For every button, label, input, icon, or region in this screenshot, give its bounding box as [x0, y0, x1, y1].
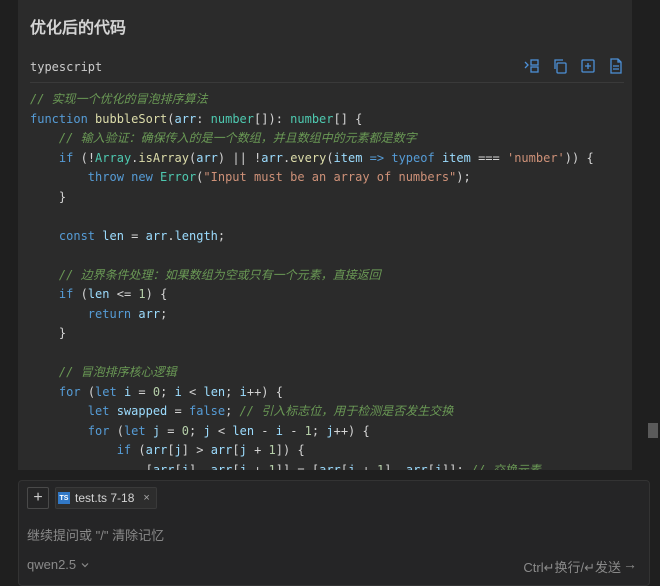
code-line: if (arr[j] > arr[j + 1]) {	[116, 443, 305, 457]
code-line: for (let i = 0; i < len; i++) {	[58, 384, 283, 399]
insert-code-icon[interactable]	[524, 58, 540, 74]
code-line: let swapped = false; // 引入标志位，用于检测是否发生交换	[87, 404, 454, 418]
close-icon[interactable]: ×	[143, 492, 149, 504]
code-line: // 输入验证：确保传入的是一个数组，并且数组中的元素都是数字	[58, 131, 417, 145]
scrollbar-thumb[interactable]	[648, 423, 658, 438]
chat-response-panel: 优化后的代码 typescript // 实现一个优化的冒泡排序算法 functi…	[18, 0, 632, 470]
add-context-button[interactable]: +	[27, 487, 49, 509]
code-line: // 冒泡排序核心逻辑	[58, 365, 177, 379]
code-block-header: typescript	[30, 58, 624, 83]
code-line: // 边界条件处理：如果数组为空或只有一个元素，直接返回	[58, 267, 381, 282]
new-file-icon[interactable]	[580, 58, 596, 74]
code-line: }	[30, 189, 67, 204]
code-actions	[524, 58, 624, 74]
code-line: throw new Error("Input must be an array …	[87, 170, 471, 184]
chat-input-box: + TS test.ts 7-18 × 继续提问或 "/" 清除记忆 qwen2…	[18, 480, 650, 586]
scrollbar-track[interactable]	[646, 0, 658, 470]
send-icon[interactable]: →	[623, 556, 637, 572]
code-line: function bubbleSort(arr: number[]): numb…	[30, 111, 363, 126]
file-chip-label: test.ts 7-18	[75, 491, 135, 505]
code-line: for (let j = 0; j < len - i - 1; j++) {	[87, 423, 370, 438]
response-title: 优化后的代码	[30, 20, 127, 37]
code-line: const len = arr.length;	[58, 228, 226, 243]
code-line: }	[30, 326, 67, 340]
typescript-file-icon: TS	[58, 492, 70, 504]
chevron-down-icon	[81, 562, 89, 567]
code-line: // 实现一个优化的冒泡排序算法	[30, 92, 208, 106]
model-selector[interactable]: qwen2.5	[27, 557, 90, 572]
keyboard-hint: Ctrl↵换行/↵发送	[523, 560, 621, 575]
code-language-label: typescript	[30, 60, 103, 74]
file-context-chip[interactable]: TS test.ts 7-18 ×	[55, 487, 157, 509]
chat-input-placeholder[interactable]: 继续提问或 "/" 清除记忆	[27, 525, 164, 544]
code-content: // 实现一个优化的冒泡排序算法 function bubbleSort(arr:…	[30, 90, 624, 470]
model-name: qwen2.5	[27, 557, 77, 572]
code-line: return arr;	[87, 306, 168, 321]
code-line: [arr[j], arr[j + 1]] = [arr[j + 1], arr[…	[30, 462, 541, 471]
code-line: if (!Array.isArray(arr) || !arr.every(it…	[58, 150, 594, 165]
code-line: if (len <= 1) {	[58, 287, 168, 301]
apply-file-icon[interactable]	[608, 58, 624, 74]
copy-icon[interactable]	[552, 58, 568, 74]
